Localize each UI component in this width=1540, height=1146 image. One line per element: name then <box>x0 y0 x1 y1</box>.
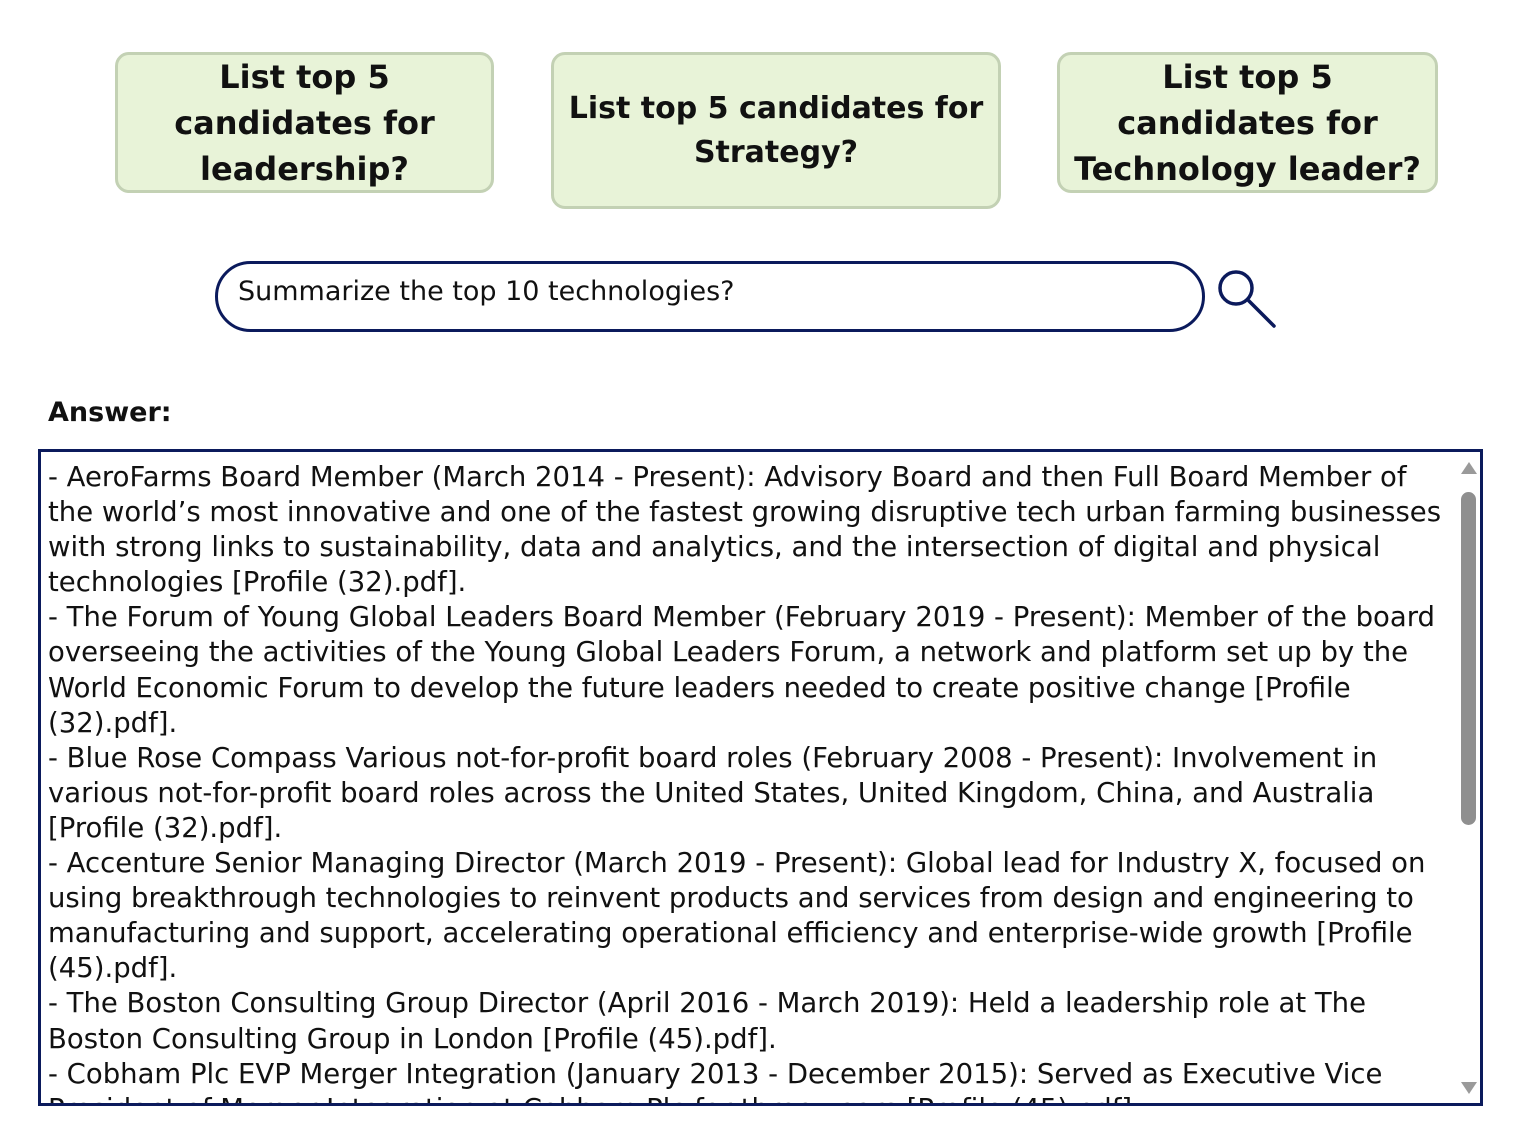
answer-line: - Cobham Plc EVP Merger Integration (Jan… <box>48 1057 1383 1103</box>
answer-line: - The Forum of Young Global Leaders Boar… <box>48 601 1436 739</box>
scrollbar-thumb[interactable] <box>1461 492 1476 825</box>
answer-line: - The Boston Consulting Group Director (… <box>48 987 1366 1055</box>
scroll-down-arrow-icon[interactable] <box>1461 1082 1477 1094</box>
search-icon[interactable] <box>1214 266 1280 330</box>
answer-line: - AeroFarms Board Member (March 2014 - P… <box>48 461 1442 599</box>
suggestion-button-leadership[interactable]: List top 5 candidates for leadership? <box>115 52 494 193</box>
page: List top 5 candidates for leadership? Li… <box>0 0 1540 1146</box>
vertical-scrollbar[interactable] <box>1458 456 1478 1102</box>
search-input[interactable] <box>238 268 1178 314</box>
answer-text: - AeroFarms Board Member (March 2014 - P… <box>48 460 1453 1103</box>
answer-line: - Accenture Senior Managing Director (Ma… <box>48 847 1426 985</box>
search-box <box>215 261 1205 332</box>
answer-textbox[interactable]: - AeroFarms Board Member (March 2014 - P… <box>38 449 1483 1106</box>
suggestion-button-technology-leader[interactable]: List top 5 candidates for Technology lea… <box>1057 52 1438 193</box>
answer-label: Answer: <box>48 397 172 428</box>
suggestion-button-strategy[interactable]: List top 5 candidates for Strategy? <box>551 52 1001 209</box>
answer-line: - Blue Rose Compass Various not-for-prof… <box>48 741 1378 844</box>
scroll-up-arrow-icon[interactable] <box>1461 462 1477 474</box>
